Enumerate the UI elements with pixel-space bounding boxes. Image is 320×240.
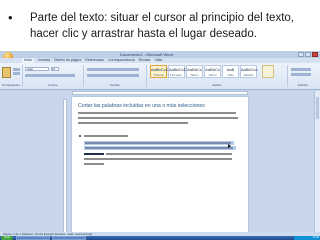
close-icon[interactable] — [312, 52, 318, 57]
text-line — [84, 163, 104, 165]
list-bullet — [79, 135, 81, 137]
text-line — [78, 117, 238, 119]
text-line — [106, 153, 232, 155]
mouse-cursor-icon — [228, 144, 231, 148]
document-page[interactable]: Cortar las palabras incluidas en una o m… — [72, 97, 248, 240]
minimize-icon[interactable] — [298, 52, 304, 57]
group-label: Estilos — [212, 83, 222, 87]
bullet-icon: • — [8, 10, 13, 25]
align-buttons[interactable] — [87, 74, 139, 77]
cut-icon[interactable] — [13, 68, 20, 71]
window-controls — [298, 52, 318, 57]
text-line — [78, 112, 236, 114]
text-line — [84, 158, 232, 160]
font-format-buttons[interactable] — [25, 74, 75, 77]
slide-bullet-text: • Parte del texto: situar el cursor al p… — [6, 10, 314, 42]
taskbar: Inicio 17:32 — [0, 236, 320, 240]
list-buttons[interactable] — [87, 68, 139, 71]
taskbar-item[interactable] — [16, 236, 50, 240]
change-styles-icon[interactable] — [262, 65, 274, 78]
group-clipboard: Portapapeles — [0, 65, 23, 87]
window-title: Documento1 - Microsoft Word — [120, 52, 174, 57]
system-clock: 17:32 — [294, 236, 320, 240]
group-label: Edición — [298, 83, 308, 87]
ribbon: Portapapeles Arial 11 Fuente Párrafo Est… — [0, 63, 320, 90]
style-normal[interactable]: AaBbCcDc ¶ Normal — [150, 65, 171, 78]
group-label: Fuente — [48, 83, 58, 87]
start-button[interactable]: Inicio — [1, 236, 13, 240]
group-font: Arial 11 Fuente — [23, 65, 84, 87]
font-size-select[interactable]: 11 — [51, 67, 59, 71]
slide-instruction: Parte del texto: situar el cursor al pri… — [30, 12, 294, 40]
word-screenshot: Documento1 - Microsoft Word Inicio Insert… — [0, 51, 320, 240]
title-bar: Documento1 - Microsoft Word — [0, 51, 320, 58]
style-heading-2[interactable]: AaBbCc Título 2 — [204, 65, 221, 78]
copy-icon[interactable] — [13, 72, 20, 75]
vertical-scrollbar[interactable] — [314, 91, 320, 232]
taskbar-item[interactable] — [52, 236, 86, 240]
maximize-icon[interactable] — [305, 52, 311, 57]
text-line — [78, 122, 188, 124]
find-icon[interactable] — [291, 68, 311, 71]
style-subtitle[interactable]: AaBbCcc Subtítulo — [240, 65, 258, 78]
paste-icon[interactable] — [2, 67, 11, 78]
bold-word — [84, 153, 104, 155]
style-title[interactable]: AaB Título — [222, 65, 239, 78]
group-label: Portapapeles — [2, 83, 20, 87]
text-line — [84, 135, 128, 137]
group-editing: Edición — [288, 65, 318, 87]
group-paragraph: Párrafo — [84, 65, 147, 87]
horizontal-ruler[interactable] — [72, 91, 248, 95]
selected-line — [85, 147, 233, 149]
vertical-ruler[interactable] — [63, 99, 67, 239]
selected-line — [85, 142, 231, 144]
style-heading-1[interactable]: AaBbCc Título 1 — [186, 65, 203, 78]
font-name-select[interactable]: Arial — [25, 67, 49, 71]
style-no-spacing[interactable]: AaBbCcDc ¶ Sin espa... — [168, 65, 189, 78]
group-label: Párrafo — [110, 83, 120, 87]
styles-gallery: AaBbCcDc ¶ Normal AaBbCcDc ¶ Sin espa... A… — [150, 65, 258, 78]
scrollbar-thumb[interactable] — [316, 97, 319, 119]
document-heading: Cortar las palabras incluidas en una o m… — [78, 103, 205, 109]
replace-icon[interactable] — [291, 73, 311, 76]
